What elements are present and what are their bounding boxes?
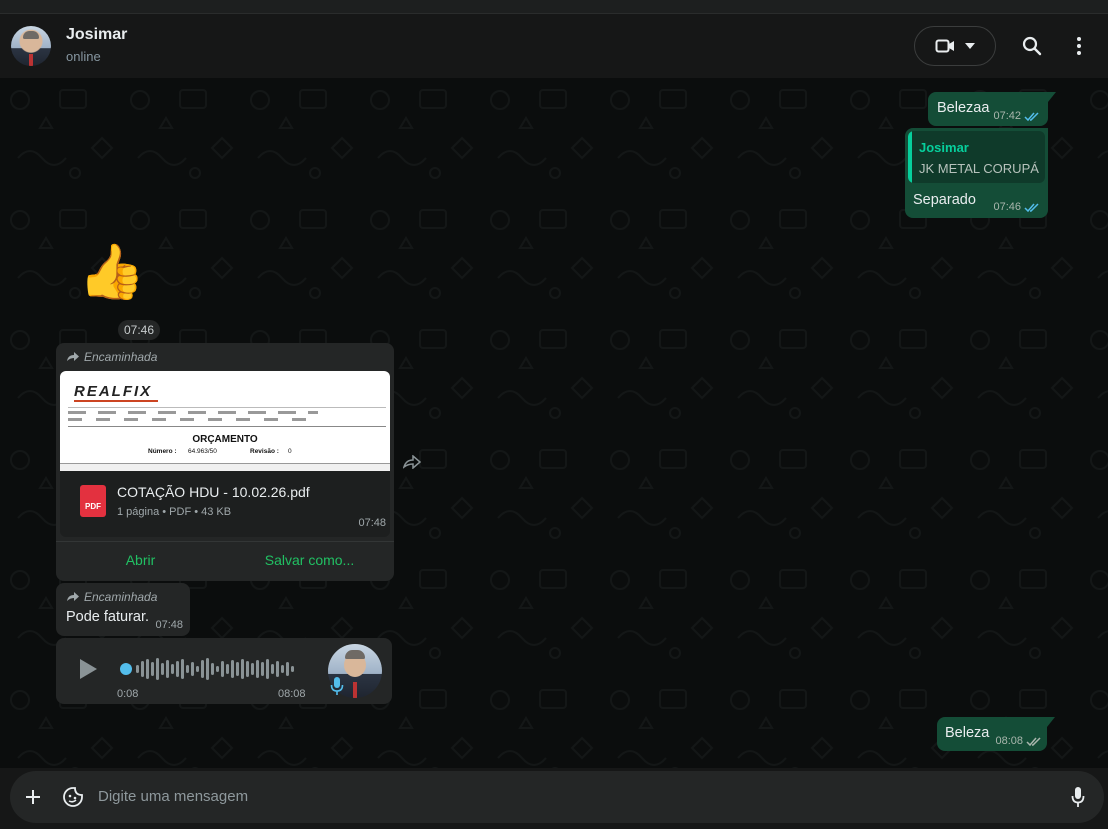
- message-meta: 07:46: [993, 201, 1040, 213]
- quoted-message[interactable]: Josimar JK METAL CORUPÁ: [908, 131, 1045, 183]
- pdf-number-label: Número :: [148, 448, 177, 455]
- message-list[interactable]: Belezaa 07:42 Josimar JK METAL CORUPÁ Se…: [0, 78, 1108, 768]
- sticker-icon[interactable]: [62, 786, 84, 808]
- voice-position: 0:08: [117, 688, 139, 700]
- message-meta: 07:42: [993, 110, 1040, 122]
- message-text: Separado: [913, 192, 976, 208]
- menu-icon: [1077, 37, 1081, 55]
- sticker-thumbs-up[interactable]: 👍: [78, 240, 145, 304]
- video-icon: [935, 39, 954, 53]
- message-time: 07:48: [155, 619, 183, 631]
- pdf-title: ORÇAMENTO: [192, 434, 258, 445]
- message-text: Belezaa: [937, 100, 990, 116]
- pdf-revision-label: Revisão :: [250, 448, 279, 455]
- read-ticks-icon: [1024, 111, 1039, 121]
- message-time: 07:46: [993, 201, 1021, 213]
- message-incoming-voice[interactable]: 0:08 08:08: [56, 638, 392, 704]
- contact-status: online: [66, 49, 101, 64]
- forward-icon[interactable]: [403, 455, 421, 469]
- forwarded-label: Encaminhada: [66, 350, 157, 364]
- message-time: 07:42: [993, 110, 1021, 122]
- document-actions: Abrir Salvar como...: [56, 541, 394, 579]
- play-icon[interactable]: [78, 658, 98, 680]
- save-as-button[interactable]: Salvar como...: [225, 541, 394, 579]
- voice-duration: 08:08: [278, 688, 306, 700]
- open-document-button[interactable]: Abrir: [56, 541, 225, 579]
- read-ticks-icon: [1024, 202, 1039, 212]
- quoted-text: JK METAL CORUPÁ: [919, 161, 1039, 176]
- window-top-strip: [0, 0, 1108, 14]
- forward-icon: [67, 352, 79, 361]
- contact-avatar[interactable]: [11, 26, 51, 66]
- search-button[interactable]: [1016, 30, 1048, 62]
- quoted-author: Josimar: [919, 140, 969, 155]
- chat-header: Josimar online: [0, 14, 1108, 78]
- message-outgoing-reply[interactable]: Josimar JK METAL CORUPÁ Separado 07:46: [905, 128, 1048, 218]
- pdf-number: 64.963/50: [188, 448, 217, 455]
- message-text: Pode faturar.: [66, 609, 150, 625]
- pdf-preview[interactable]: REALFIX ORÇAMENTO Número : 64.963/50 Rev…: [60, 371, 390, 471]
- forwarded-text: Encaminhada: [84, 350, 158, 364]
- message-incoming[interactable]: Encaminhada Pode faturar. 07:48: [56, 583, 190, 636]
- delivered-ticks-icon: [1026, 736, 1041, 746]
- message-time: 08:08: [995, 735, 1023, 747]
- message-text: Beleza: [945, 725, 990, 741]
- message-input[interactable]: Digite uma mensagem: [98, 788, 248, 805]
- message-meta: 08:08: [995, 735, 1042, 747]
- mic-icon: [330, 677, 344, 695]
- chevron-down-icon: [965, 43, 975, 49]
- forward-icon: [67, 592, 79, 601]
- plus-icon[interactable]: [24, 788, 42, 806]
- menu-button[interactable]: [1063, 30, 1095, 62]
- message-time: 07:48: [358, 517, 386, 529]
- pdf-info[interactable]: PDF COTAÇÃO HDU - 10.02.26.pdf 1 página …: [60, 471, 390, 537]
- mic-icon[interactable]: [1071, 786, 1085, 808]
- message-outgoing[interactable]: Belezaa 07:42: [928, 92, 1056, 126]
- video-call-button[interactable]: [914, 26, 996, 66]
- search-icon: [1022, 36, 1042, 56]
- sticker-time: 07:46: [118, 320, 161, 340]
- message-incoming-document[interactable]: Encaminhada REALFIX ORÇAMENTO Número : 6…: [56, 343, 394, 581]
- forwarded-text: Encaminhada: [84, 590, 158, 604]
- pdf-file-name: COTAÇÃO HDU - 10.02.26.pdf: [117, 484, 310, 500]
- pdf-logo: REALFIX: [74, 383, 153, 400]
- message-outgoing[interactable]: Beleza 08:08: [937, 717, 1055, 751]
- contact-name[interactable]: Josimar: [66, 26, 127, 44]
- message-composer: Digite uma mensagem: [10, 771, 1104, 823]
- voice-waveform[interactable]: [120, 656, 304, 682]
- pdf-file-icon: PDF: [80, 485, 106, 517]
- pdf-revision: 0: [288, 448, 292, 455]
- forwarded-label: Encaminhada: [66, 590, 157, 604]
- pdf-file-meta: 1 página • PDF • 43 KB: [117, 506, 232, 518]
